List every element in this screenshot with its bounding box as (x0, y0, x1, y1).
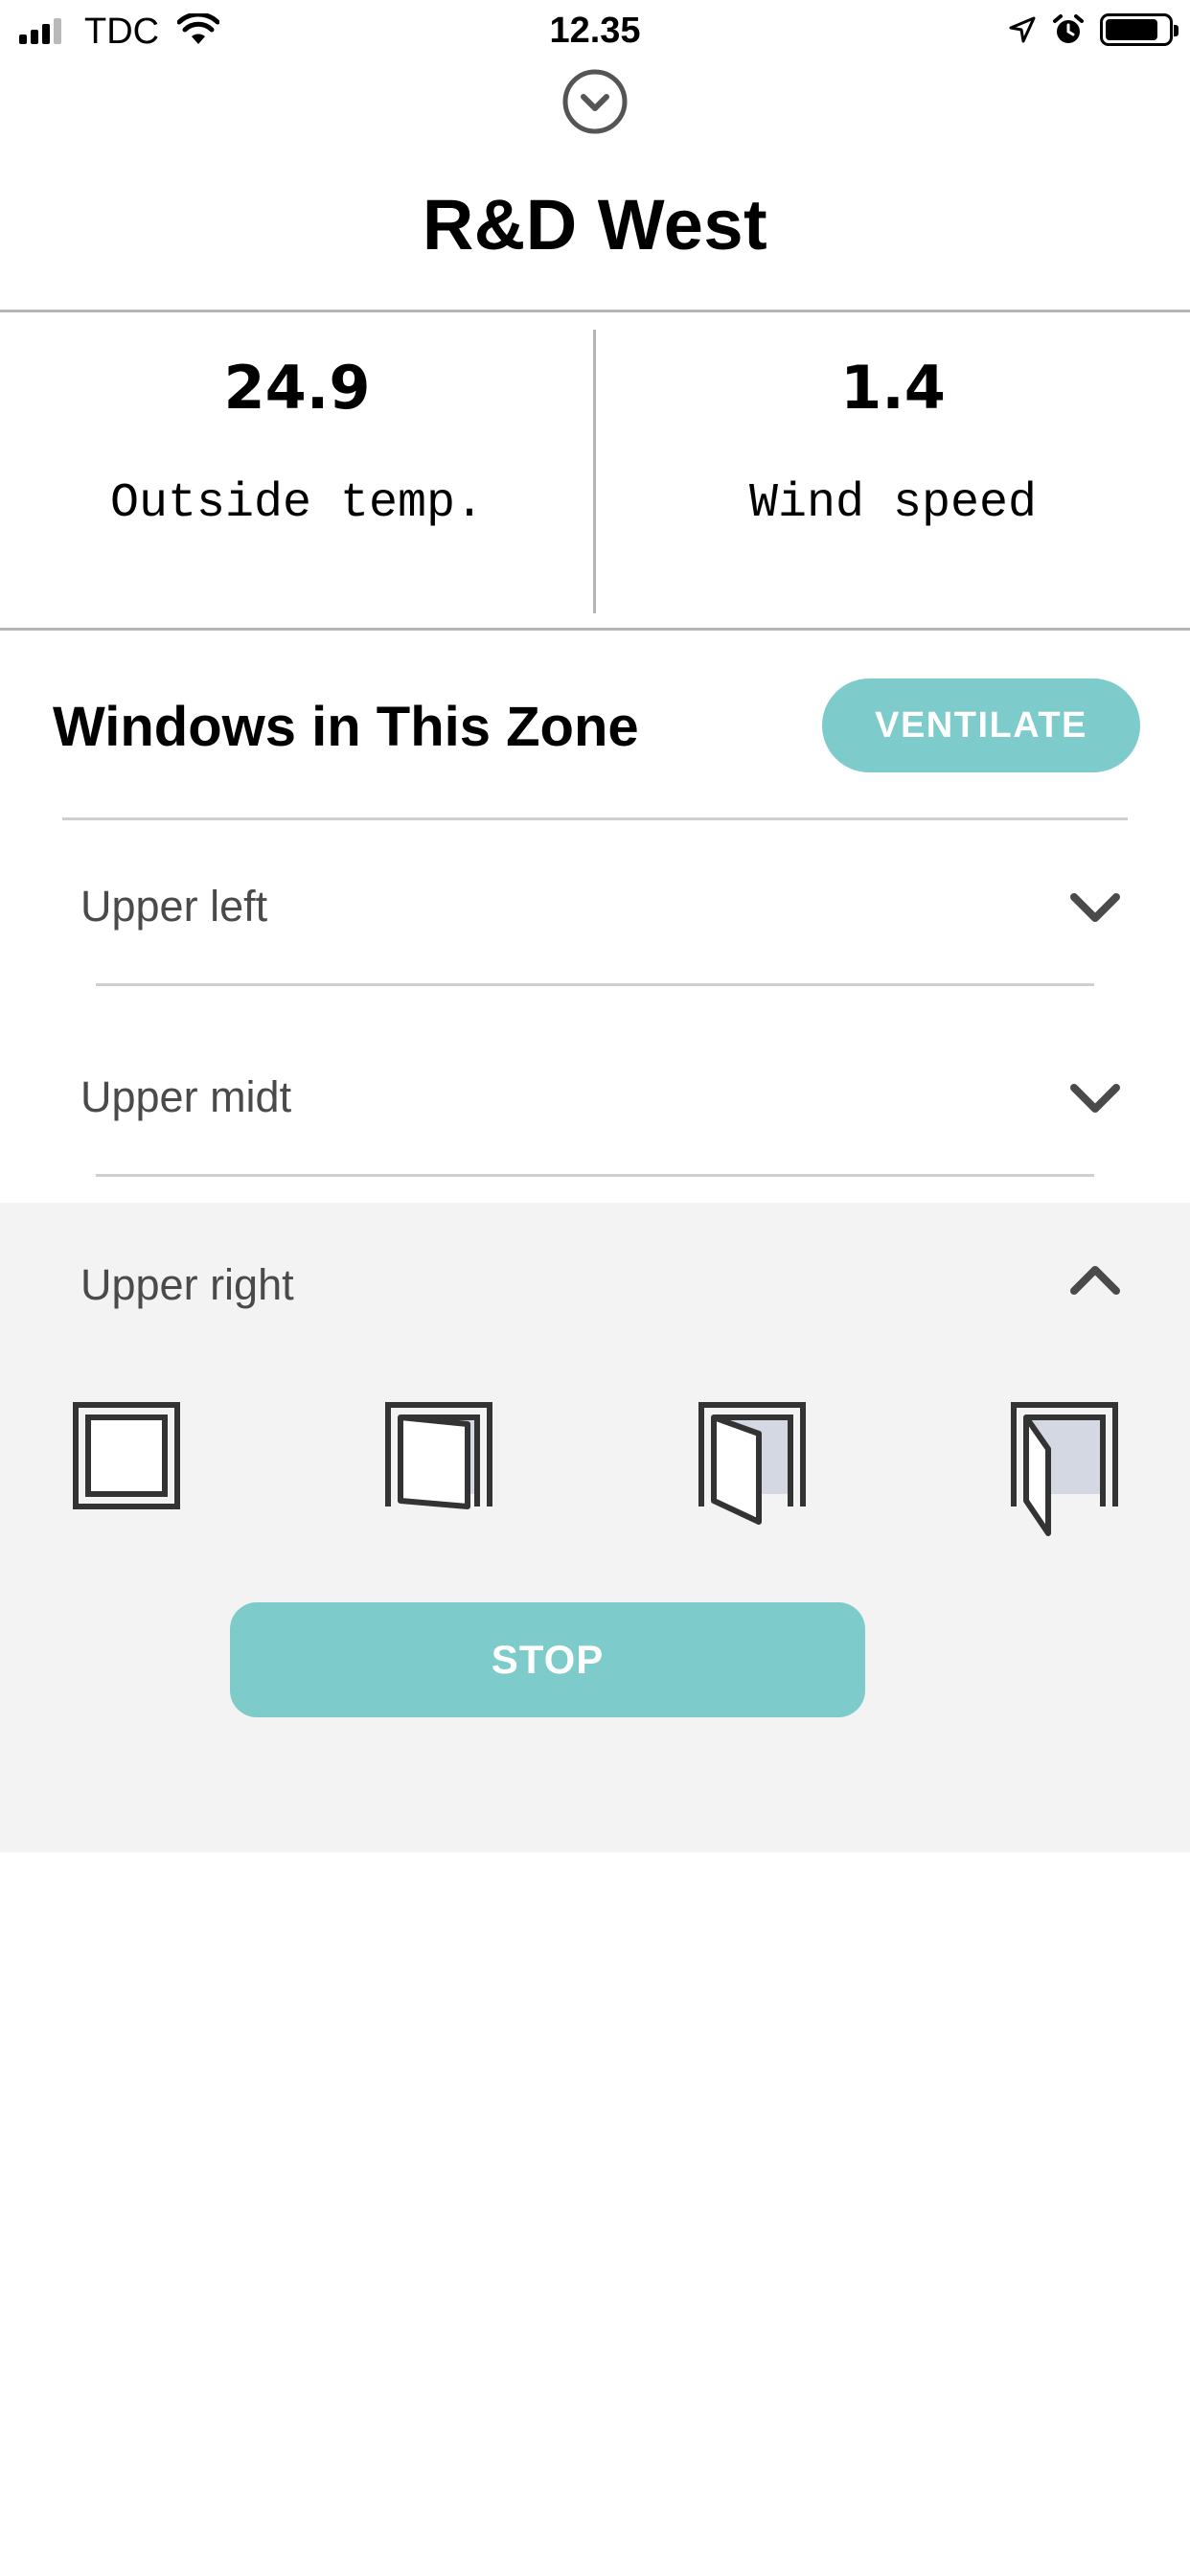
window-label: Upper left (80, 882, 268, 931)
stop-button[interactable]: STOP (230, 1602, 865, 1717)
divider (96, 983, 1094, 986)
chevron-down-icon[interactable] (1068, 1078, 1122, 1116)
outside-temp-label: Outside temp. (109, 476, 485, 531)
section-title: Windows in This Zone (53, 696, 639, 758)
divider (0, 628, 1190, 631)
location-arrow-icon (1009, 16, 1036, 43)
window-row-upper-midt[interactable]: Upper midt (0, 1030, 1190, 1203)
window-label: Upper midt (80, 1072, 292, 1121)
outside-temp-value: 24.9 (223, 353, 371, 423)
window-slightly-open-icon[interactable] (384, 1401, 493, 1539)
wind-speed-value: 1.4 (840, 353, 946, 423)
divider (0, 310, 1190, 312)
window-closed-icon[interactable] (72, 1401, 181, 1539)
window-half-open-icon[interactable] (698, 1401, 807, 1539)
outside-temp-stat: 24.9 Outside temp. (0, 353, 594, 531)
page-title: R&D West (422, 185, 768, 264)
chevron-down-icon[interactable] (1068, 887, 1122, 926)
chevron-up-icon[interactable] (1068, 1262, 1122, 1300)
window-fully-open-icon[interactable] (1010, 1401, 1119, 1539)
window-row-upper-left[interactable]: Upper left (0, 840, 1190, 1012)
divider (62, 817, 1128, 820)
window-label: Upper right (80, 1260, 294, 1309)
divider (96, 1174, 1094, 1177)
alarm-icon (1053, 14, 1084, 43)
window-row-upper-right[interactable]: Upper right (0, 1203, 1190, 1375)
status-bar: TDC 12.35 (0, 0, 1190, 63)
chevron-down-circle-icon[interactable] (561, 67, 629, 136)
battery-fill (1106, 19, 1158, 40)
ventilate-button[interactable]: VENTILATE (822, 678, 1140, 772)
wind-speed-label: Wind speed (748, 476, 1038, 531)
battery-icon (1100, 13, 1179, 46)
wind-speed-stat: 1.4 Wind speed (596, 353, 1190, 531)
